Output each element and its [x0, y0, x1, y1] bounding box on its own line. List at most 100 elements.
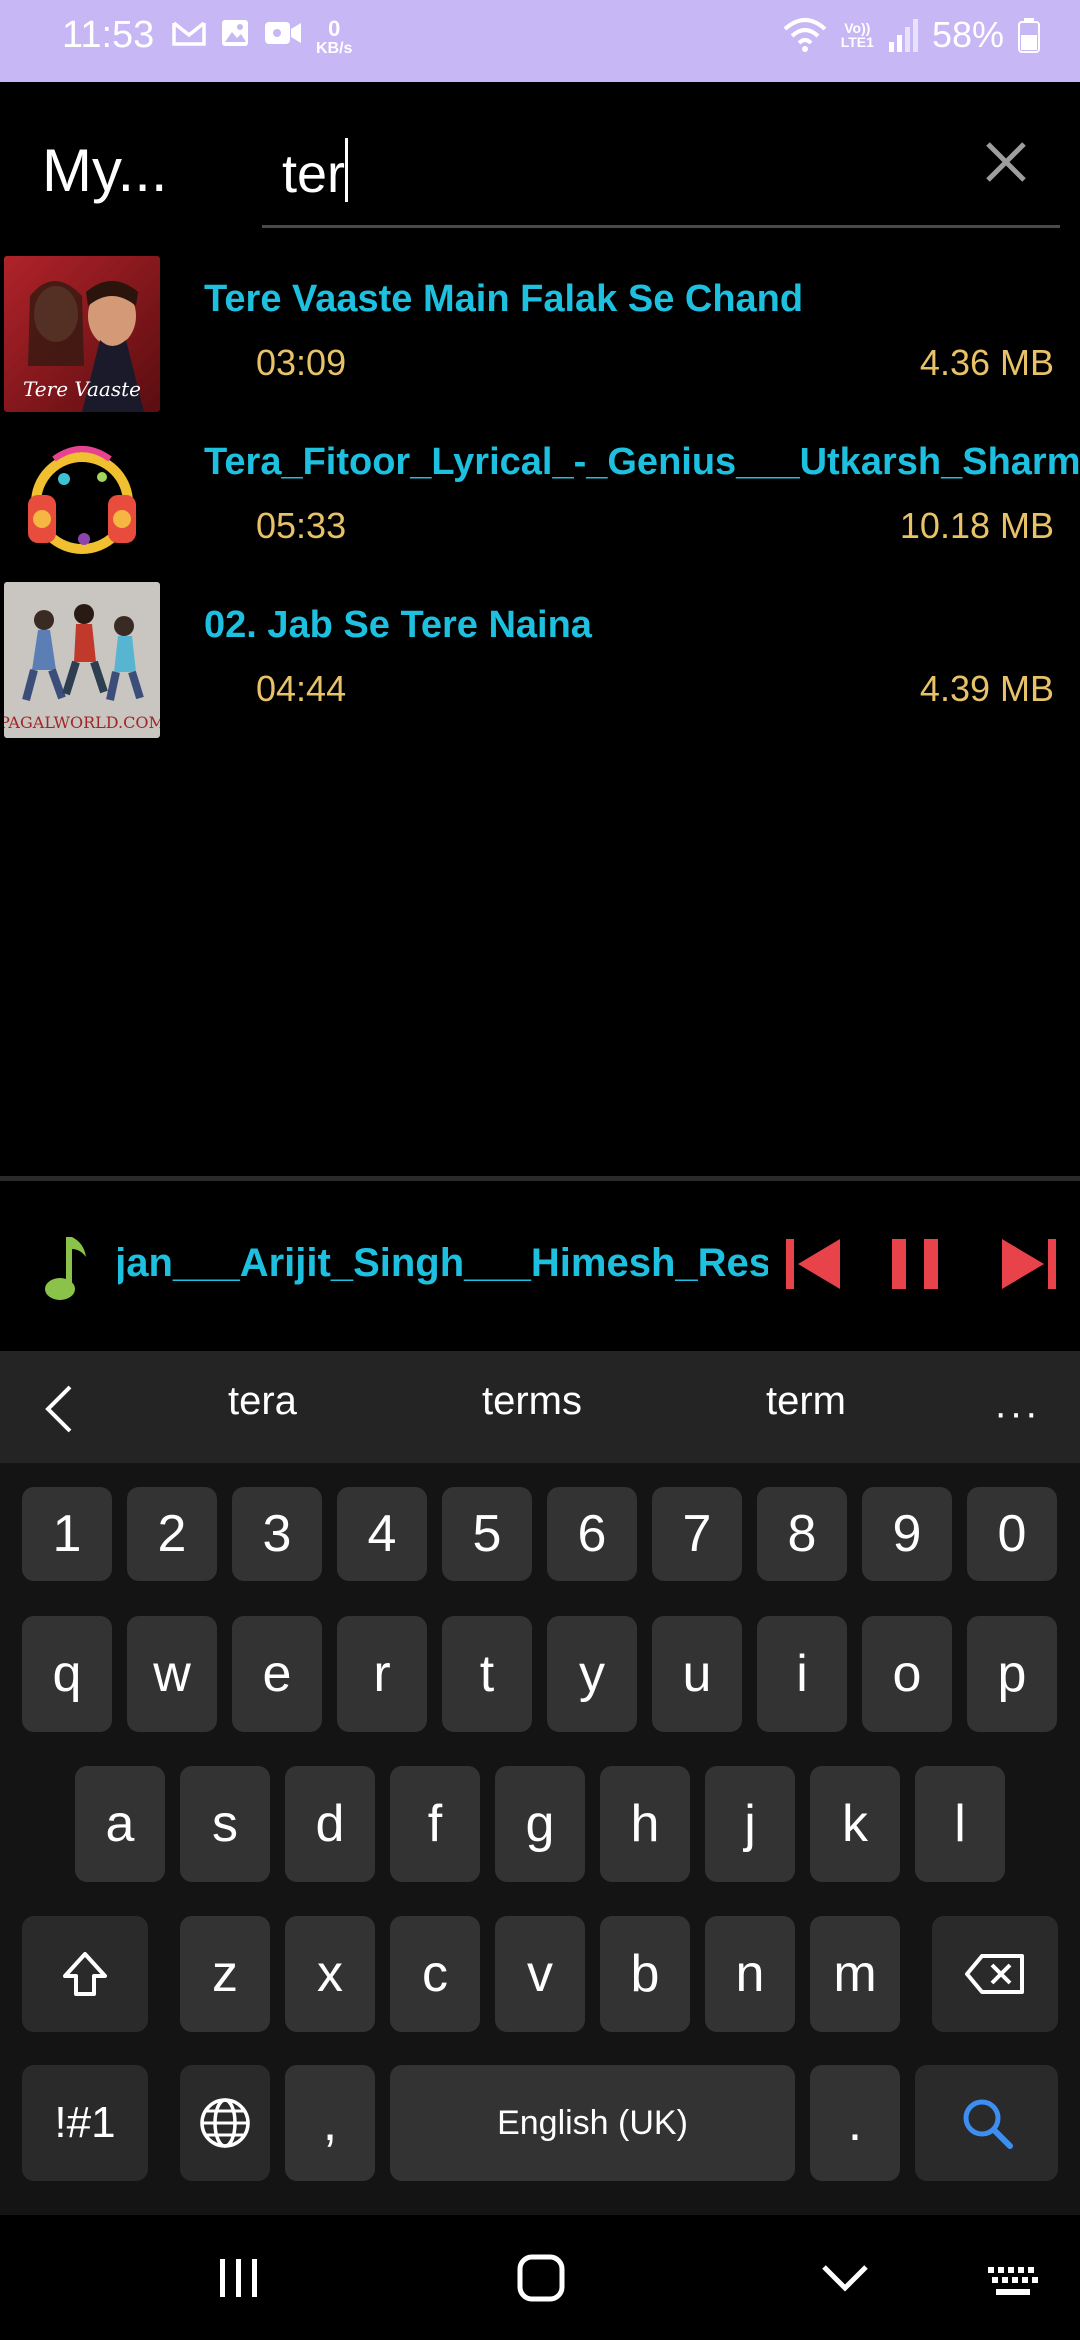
keyboard: tera terms term ··· 1 2 3 4 5 6 7 8 9 0 … — [0, 1351, 1080, 2215]
key-k[interactable]: k — [810, 1766, 900, 1882]
song-item[interactable]: Tere Vaaste Tere Vaaste Main Falak Se Ch… — [0, 256, 1080, 416]
suggestion-2[interactable]: terms — [482, 1379, 582, 1424]
key-w[interactable]: w — [127, 1616, 217, 1732]
data-rate: 0 KB/s — [316, 18, 352, 58]
data-rate-unit: KB/s — [316, 40, 353, 57]
key-j[interactable]: j — [705, 1766, 795, 1882]
key-c[interactable]: c — [390, 1916, 480, 2032]
mini-player[interactable]: Saajan___Arijit_Singh___Himesh_Reshammiy… — [0, 1181, 1080, 1351]
song-size: 10.18 MB — [899, 505, 1054, 546]
key-e[interactable]: e — [232, 1616, 322, 1732]
key-6[interactable]: 6 — [547, 1487, 637, 1581]
album-art-text: Tere Vaaste — [23, 377, 141, 401]
key-f[interactable]: f — [390, 1766, 480, 1882]
battery-percent: 58% — [931, 14, 1004, 55]
key-y[interactable]: y — [547, 1616, 637, 1732]
pause-button[interactable] — [884, 1233, 946, 1295]
space-key[interactable]: English (UK) — [390, 2065, 795, 2181]
song-title: Tere Vaaste Main Falak Se Chand — [204, 278, 804, 320]
back-chevron-icon[interactable] — [820, 2263, 870, 2293]
key-u[interactable]: u — [652, 1616, 742, 1732]
symbols-key[interactable]: !#1 — [22, 2065, 148, 2181]
status-time: 11:53 — [62, 14, 155, 56]
search-key[interactable] — [915, 2065, 1058, 2181]
suggestion-1[interactable]: tera — [228, 1379, 297, 1424]
previous-button[interactable] — [782, 1233, 844, 1295]
song-duration: 04:44 — [256, 668, 347, 709]
volte-indicator: Vo)) LTE1 — [841, 21, 874, 49]
language-key[interactable] — [180, 2065, 270, 2181]
keyboard-toggle-icon[interactable] — [986, 2265, 1042, 2299]
key-d[interactable]: d — [285, 1766, 375, 1882]
key-8[interactable]: 8 — [757, 1487, 847, 1581]
gmail-icon — [172, 21, 206, 46]
key-i[interactable]: i — [757, 1616, 847, 1732]
suggestion-bar: tera terms term ··· — [0, 1351, 1080, 1463]
key-o[interactable]: o — [862, 1616, 952, 1732]
key-p[interactable]: p — [967, 1616, 1057, 1732]
key-b[interactable]: b — [600, 1916, 690, 2032]
key-5[interactable]: 5 — [442, 1487, 532, 1581]
key-h[interactable]: h — [600, 1766, 690, 1882]
song-title: 02. Jab Se Tere Naina — [204, 604, 592, 646]
volte-label: Vo)) — [844, 20, 871, 36]
key-2[interactable]: 2 — [127, 1487, 217, 1581]
suggestion-3[interactable]: term — [766, 1379, 846, 1424]
video-camera-icon — [265, 22, 301, 44]
next-button[interactable] — [998, 1233, 1060, 1295]
key-n[interactable]: n — [705, 1916, 795, 2032]
wifi-icon — [783, 18, 827, 52]
search-bar — [262, 124, 1060, 228]
comma-key[interactable]: , — [285, 2065, 375, 2181]
home-button[interactable] — [516, 2253, 566, 2303]
song-size: 4.39 MB — [919, 668, 1054, 709]
song-duration: 03:09 — [256, 342, 347, 383]
album-art-text: PAGALWORLD.COM — [4, 713, 160, 732]
key-9[interactable]: 9 — [862, 1487, 952, 1581]
song-duration: 05:33 — [256, 505, 347, 546]
status-bar: 11:53 0 KB/s Vo)) LTE1 58% — [0, 0, 1080, 82]
music-note-icon — [45, 1237, 86, 1300]
now-playing-marquee[interactable]: Saajan___Arijit_Singh___Himesh_Reshammiy… — [118, 1241, 768, 1297]
shift-icon — [63, 1952, 107, 1996]
key-g[interactable]: g — [495, 1766, 585, 1882]
key-1[interactable]: 1 — [22, 1487, 112, 1581]
globe-icon — [200, 2098, 250, 2148]
text-cursor — [345, 138, 348, 202]
search-icon — [963, 2099, 1013, 2149]
key-7[interactable]: 7 — [652, 1487, 742, 1581]
chevron-left-icon[interactable] — [40, 1381, 80, 1437]
key-l[interactable]: l — [915, 1766, 1005, 1882]
key-m[interactable]: m — [810, 1916, 900, 2032]
notification-icons — [172, 18, 302, 48]
album-art: Tere Vaaste — [4, 256, 160, 412]
key-r[interactable]: r — [337, 1616, 427, 1732]
recent-apps-button[interactable] — [216, 2257, 262, 2299]
song-item[interactable]: Tera_Fitoor_Lyrical_-_Genius___Utkarsh_S… — [0, 419, 1080, 579]
backspace-key[interactable] — [932, 1916, 1058, 2032]
clear-search-button[interactable] — [980, 136, 1032, 188]
status-right: Vo)) LTE1 58% — [783, 14, 1040, 56]
app-title: My... — [42, 137, 168, 204]
navigation-bar — [0, 2215, 1080, 2340]
more-suggestions-button[interactable]: ··· — [994, 1391, 1040, 1436]
battery-icon — [1018, 18, 1040, 53]
album-art — [4, 419, 160, 575]
key-s[interactable]: s — [180, 1766, 270, 1882]
period-key[interactable]: . — [810, 2065, 900, 2181]
search-input[interactable] — [282, 134, 962, 214]
song-item[interactable]: PAGALWORLD.COM 02. Jab Se Tere Naina 04:… — [0, 582, 1080, 742]
album-art: PAGALWORLD.COM — [4, 582, 160, 738]
key-4[interactable]: 4 — [337, 1487, 427, 1581]
key-z[interactable]: z — [180, 1916, 270, 2032]
gallery-icon — [222, 20, 248, 46]
signal-icon — [888, 19, 918, 52]
key-t[interactable]: t — [442, 1616, 532, 1732]
shift-key[interactable] — [22, 1916, 148, 2032]
key-q[interactable]: q — [22, 1616, 112, 1732]
key-x[interactable]: x — [285, 1916, 375, 2032]
key-0[interactable]: 0 — [967, 1487, 1057, 1581]
key-v[interactable]: v — [495, 1916, 585, 2032]
key-a[interactable]: a — [75, 1766, 165, 1882]
key-3[interactable]: 3 — [232, 1487, 322, 1581]
